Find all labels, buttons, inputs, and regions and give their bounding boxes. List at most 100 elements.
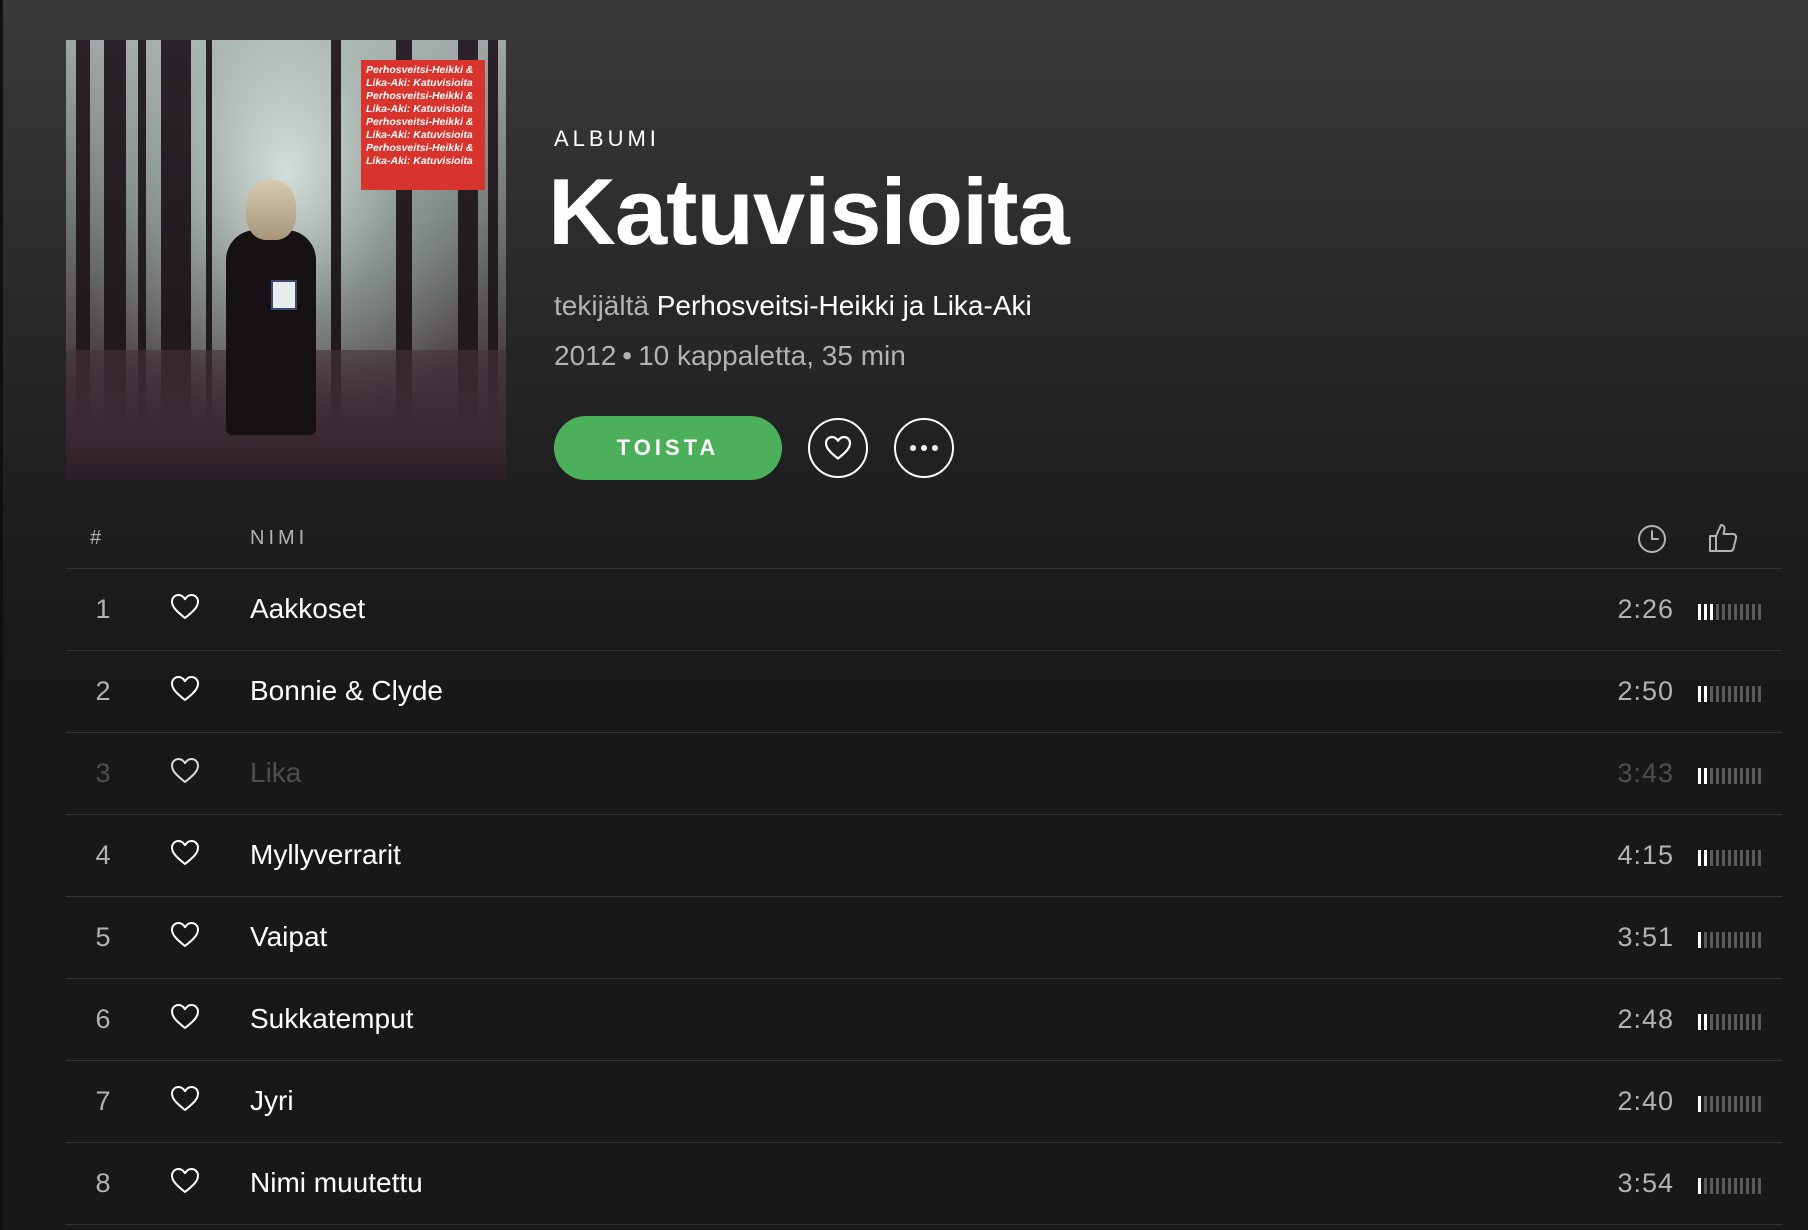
popularity-bar bbox=[1698, 850, 1701, 866]
popularity-bar bbox=[1752, 932, 1755, 948]
popularity-bar bbox=[1758, 850, 1761, 866]
track-title[interactable]: Sukkatemput bbox=[250, 1003, 413, 1035]
artist-link[interactable]: Perhosveitsi-Heikki ja Lika-Aki bbox=[657, 290, 1032, 321]
popularity-bar bbox=[1752, 604, 1755, 620]
track-title[interactable]: Aakkoset bbox=[250, 593, 365, 625]
heart-icon bbox=[170, 676, 200, 707]
track-row[interactable]: 6 Sukkatemput 2:48 bbox=[66, 979, 1782, 1061]
track-row[interactable]: 8 Nimi muutettu 3:54 bbox=[66, 1143, 1782, 1225]
popularity-bar bbox=[1728, 1014, 1731, 1030]
album-page: Perhosveitsi-Heikki & Lika-Aki: Katuvisi… bbox=[0, 0, 1808, 1230]
album-meta: 2012 • 10 kappaletta, 35 min bbox=[554, 340, 906, 372]
track-title[interactable]: Jyri bbox=[250, 1085, 294, 1117]
popularity-bar bbox=[1716, 768, 1719, 784]
popularity-bar bbox=[1722, 1014, 1725, 1030]
album-byline: tekijältä Perhosveitsi-Heikki ja Lika-Ak… bbox=[554, 290, 1032, 322]
popularity-bar bbox=[1740, 932, 1743, 948]
more-options-button[interactable] bbox=[894, 418, 954, 478]
track-number: 5 bbox=[95, 922, 111, 952]
popularity-bar bbox=[1752, 686, 1755, 702]
track-list-header: # NIMI bbox=[66, 505, 1782, 569]
track-row[interactable]: 1 Aakkoset 2:26 bbox=[66, 569, 1782, 651]
heart-icon bbox=[170, 922, 200, 953]
track-popularity bbox=[1698, 850, 1761, 866]
track-title[interactable]: Nimi muutettu bbox=[250, 1167, 423, 1199]
track-row[interactable]: 5 Vaipat 3:51 bbox=[66, 897, 1782, 979]
cover-label: Perhosveitsi-Heikki & Lika-Aki: Katuvisi… bbox=[361, 60, 485, 190]
cover-figure bbox=[226, 230, 316, 435]
track-save-button[interactable] bbox=[170, 675, 200, 708]
popularity-bar bbox=[1698, 1014, 1701, 1030]
popularity-bar bbox=[1746, 1178, 1749, 1194]
meta-separator: • bbox=[622, 340, 633, 371]
track-row[interactable]: 3 Lika 3:43 bbox=[66, 733, 1782, 815]
track-duration: 2:26 bbox=[1617, 594, 1674, 624]
popularity-bar bbox=[1716, 1096, 1719, 1112]
column-number: # bbox=[90, 527, 102, 549]
left-edge bbox=[0, 0, 3, 1230]
popularity-bar bbox=[1698, 1178, 1701, 1194]
track-save-button[interactable] bbox=[170, 1167, 200, 1200]
popularity-bar bbox=[1722, 768, 1725, 784]
track-duration: 2:48 bbox=[1617, 1004, 1674, 1034]
column-popularity[interactable] bbox=[1706, 521, 1740, 560]
heart-icon bbox=[170, 758, 200, 789]
track-duration: 4:15 bbox=[1617, 840, 1674, 870]
popularity-bar bbox=[1698, 932, 1701, 948]
track-duration: 3:51 bbox=[1617, 922, 1674, 952]
popularity-bar bbox=[1758, 932, 1761, 948]
popularity-bar bbox=[1746, 932, 1749, 948]
cover-figure-head bbox=[246, 180, 296, 240]
track-save-button[interactable] bbox=[170, 839, 200, 872]
album-type-label: ALBUMI bbox=[554, 126, 660, 151]
track-duration: 3:43 bbox=[1617, 758, 1674, 788]
album-summary: 10 kappaletta, 35 min bbox=[638, 340, 906, 371]
popularity-bar bbox=[1710, 686, 1713, 702]
heart-icon bbox=[824, 435, 852, 460]
track-title[interactable]: Vaipat bbox=[250, 921, 327, 953]
popularity-bar bbox=[1728, 932, 1731, 948]
popularity-bar bbox=[1740, 604, 1743, 620]
track-row[interactable]: 4 Myllyverrarit 4:15 bbox=[66, 815, 1782, 897]
heart-icon bbox=[170, 1168, 200, 1199]
clock-icon bbox=[1638, 525, 1666, 553]
save-album-button[interactable] bbox=[808, 418, 868, 478]
track-popularity bbox=[1698, 1096, 1761, 1112]
popularity-bar bbox=[1728, 686, 1731, 702]
popularity-bar bbox=[1710, 1096, 1713, 1112]
track-number: 1 bbox=[95, 594, 111, 624]
popularity-bar bbox=[1734, 932, 1737, 948]
track-save-button[interactable] bbox=[170, 1085, 200, 1118]
popularity-bar bbox=[1716, 850, 1719, 866]
popularity-bar bbox=[1710, 1178, 1713, 1194]
popularity-bar bbox=[1722, 932, 1725, 948]
popularity-bar bbox=[1722, 604, 1725, 620]
track-number: 4 bbox=[95, 840, 111, 870]
popularity-bar bbox=[1716, 932, 1719, 948]
track-title[interactable]: Myllyverrarit bbox=[250, 839, 401, 871]
column-duration[interactable] bbox=[1636, 523, 1668, 560]
popularity-bar bbox=[1734, 1014, 1737, 1030]
track-duration: 3:54 bbox=[1617, 1168, 1674, 1198]
popularity-bar bbox=[1728, 1178, 1731, 1194]
play-button[interactable]: TOISTA bbox=[554, 416, 782, 480]
popularity-bar bbox=[1704, 686, 1707, 702]
track-title[interactable]: Lika bbox=[250, 757, 301, 789]
popularity-bar bbox=[1710, 850, 1713, 866]
heart-icon bbox=[170, 840, 200, 871]
track-save-button[interactable] bbox=[170, 1003, 200, 1036]
track-save-button[interactable] bbox=[170, 921, 200, 954]
track-save-button[interactable] bbox=[170, 757, 200, 790]
track-list: # NIMI 1 Aakkoset 2:26 2 Bonnie & Clyde 2:50 3… bbox=[66, 505, 1782, 1225]
track-row[interactable]: 2 Bonnie & Clyde 2:50 bbox=[66, 651, 1782, 733]
popularity-bar bbox=[1746, 686, 1749, 702]
popularity-bar bbox=[1752, 850, 1755, 866]
more-icon bbox=[910, 445, 938, 451]
popularity-bar bbox=[1710, 1014, 1713, 1030]
column-name[interactable]: NIMI bbox=[250, 527, 308, 550]
popularity-bar bbox=[1734, 768, 1737, 784]
track-title[interactable]: Bonnie & Clyde bbox=[250, 675, 443, 707]
track-row[interactable]: 7 Jyri 2:40 bbox=[66, 1061, 1782, 1143]
track-save-button[interactable] bbox=[170, 593, 200, 626]
popularity-bar bbox=[1710, 768, 1713, 784]
